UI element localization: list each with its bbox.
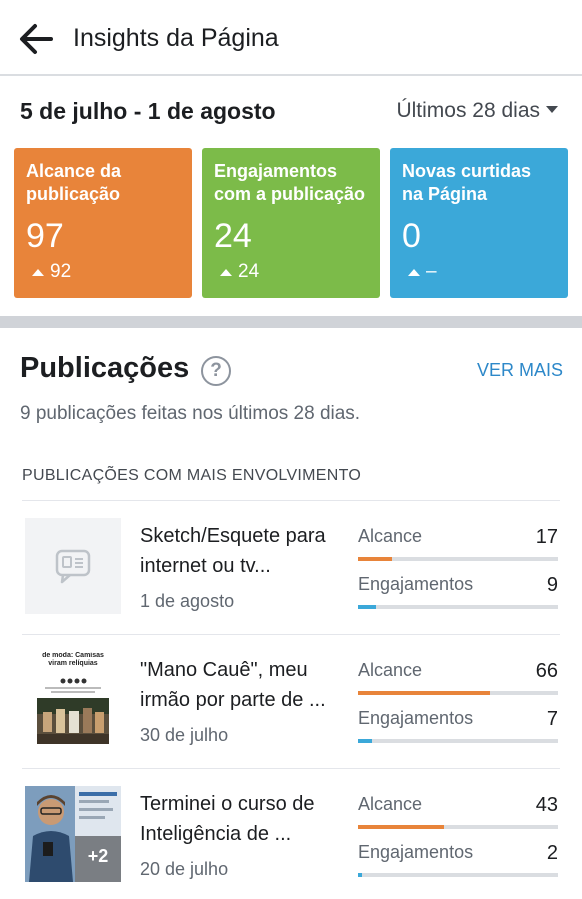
reach-label: Alcance (358, 794, 423, 814)
triangle-up-icon (32, 268, 44, 276)
engagement-value: 2 (546, 842, 558, 864)
reach-bar-fill (358, 691, 490, 695)
message-placeholder-icon (55, 549, 91, 584)
stat-card-change: 92 (50, 261, 72, 282)
reach-bar-fill (358, 825, 444, 829)
stat-card-label: Alcance da publicação (26, 161, 122, 204)
section-subtitle: 9 publicações feitas nos últimos 28 dias… (20, 403, 361, 424)
list-item[interactable]: +2 Terminei o curso de Inteligência de .… (0, 768, 582, 899)
stat-card-label: Novas curtidas na Página (402, 161, 532, 204)
post-date: 30 de julho (140, 725, 229, 745)
page-title: Insights da Página (73, 24, 279, 52)
stat-card-change: 24 (238, 261, 260, 282)
post-date: 20 de julho (140, 859, 229, 879)
row-divider (22, 768, 560, 769)
engagement-bar (358, 605, 558, 609)
post-thumbnail: de moda: Camisas viram relíquias (25, 652, 121, 748)
reach-bar (358, 691, 558, 695)
reach-label: Alcance (358, 526, 423, 546)
reach-value: 17 (535, 526, 558, 548)
triangle-up-icon (220, 268, 232, 276)
engagement-bar-fill (358, 739, 372, 743)
stat-card-reach[interactable]: Alcance da publicação 97 92 (14, 148, 192, 298)
engagement-value: 9 (546, 574, 558, 596)
engagement-label: Engajamentos (358, 574, 474, 594)
stat-card-change: – (426, 261, 437, 282)
engagement-label: Engajamentos (358, 708, 474, 728)
stat-card-value: 0 (402, 217, 421, 255)
row-divider (22, 634, 560, 635)
period-selector[interactable]: Últimos 28 dias (396, 99, 558, 123)
reach-bar (358, 557, 558, 561)
stat-card-engagements[interactable]: Engajamentos com a publicação 24 24 (202, 148, 380, 298)
post-thumbnail: +2 (25, 786, 121, 882)
engagement-bar (358, 739, 558, 743)
section-title: Publicações (20, 352, 190, 384)
stat-card-value: 24 (214, 217, 252, 255)
list-item[interactable]: Sketch/Esquete para internet ou tv... 1 … (0, 500, 582, 634)
engagement-bar-fill (358, 873, 362, 877)
triangle-up-icon (408, 268, 420, 276)
post-title: Sketch/Esquete para internet ou tv... (140, 525, 326, 577)
section-divider (0, 316, 582, 328)
engagement-bar-fill (358, 605, 376, 609)
post-date: 1 de agosto (140, 591, 235, 611)
help-icon[interactable]: ? (201, 356, 231, 386)
period-label: Últimos 28 dias (396, 99, 540, 122)
list-item[interactable]: de moda: Camisas viram relíquias "Mano C… (0, 634, 582, 768)
reach-value: 43 (535, 794, 558, 816)
post-title: Terminei o curso de Inteligência de ... (140, 793, 315, 845)
row-divider (22, 500, 560, 501)
reach-bar-fill (358, 557, 392, 561)
engagement-value: 7 (546, 708, 558, 730)
reach-value: 66 (535, 660, 558, 682)
engagement-bar (358, 873, 558, 877)
caret-down-icon (546, 105, 558, 113)
app-bar: Insights da Página (0, 0, 582, 76)
reach-label: Alcance (358, 660, 423, 680)
stat-card-new-likes[interactable]: Novas curtidas na Página 0 – (390, 148, 568, 298)
top-posts-heading: PUBLICAÇÕES COM MAIS ENVOLVIMENTO (22, 467, 362, 484)
engagement-label: Engajamentos (358, 842, 474, 862)
reach-bar (358, 825, 558, 829)
date-range: 5 de julho - 1 de agosto (20, 98, 276, 124)
more-photos-count: +2 (87, 846, 109, 866)
post-title: "Mano Cauê", meu irmão por parte de ... (140, 659, 326, 711)
post-thumbnail (25, 518, 121, 614)
stat-card-label: Engajamentos com a publicação (214, 161, 366, 204)
arrow-left-icon[interactable] (18, 22, 54, 56)
see-more-link[interactable]: VER MAIS (477, 360, 563, 381)
stat-card-value: 97 (26, 217, 64, 255)
thumbnail-photo (37, 678, 109, 744)
